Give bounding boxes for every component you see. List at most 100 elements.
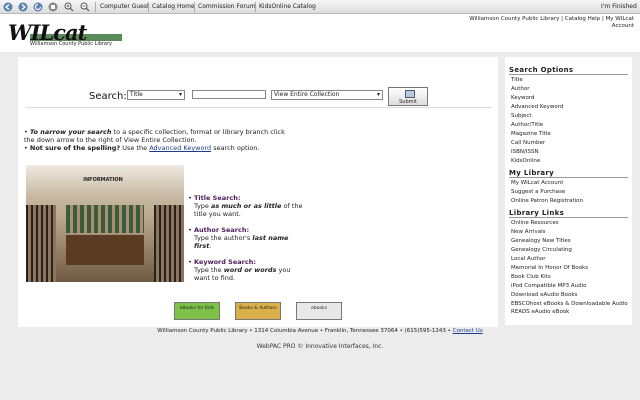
toolbar-link-catalog-home[interactable]: Catalog Home xyxy=(152,3,195,10)
stop-icon[interactable] xyxy=(48,2,58,12)
submit-icon xyxy=(405,90,415,98)
collection-select[interactable]: View Entire Collection ▾ xyxy=(271,90,383,100)
chevron-down-icon: ▾ xyxy=(178,91,182,98)
zoom-out-icon[interactable] xyxy=(80,2,90,12)
toolbar-separator xyxy=(95,2,96,12)
header-link-help[interactable]: Catalog Help xyxy=(565,16,600,22)
chevron-down-icon: ▾ xyxy=(376,91,380,98)
sidebar-item-author-title[interactable]: Author/Title xyxy=(509,121,628,130)
image-buttons: eBooks for Kids Books & Authors ebooks xyxy=(174,302,374,322)
library-links-heading: Library Links xyxy=(509,209,628,218)
sidebar-item-memorial[interactable]: Memorial In Honor Of Books xyxy=(509,264,628,273)
photo-railing-left xyxy=(26,205,56,282)
collection-value: View Entire Collection xyxy=(274,91,340,98)
sidebar-item-author[interactable]: Author xyxy=(509,85,628,94)
help-title-search: • Title Search: Type as much or as littl… xyxy=(188,194,304,218)
help-title-search-text: Type xyxy=(194,202,211,210)
toolbar-separator xyxy=(255,2,256,12)
search-label: Search: xyxy=(89,91,127,102)
contact-us-link[interactable]: Contact Us xyxy=(453,328,483,334)
reload-icon[interactable] xyxy=(33,2,43,12)
bullet-icon: • xyxy=(188,226,192,234)
search-options-heading: Search Options xyxy=(509,66,628,75)
browser-toolbar: Computer Guest Catalog Home Commission F… xyxy=(0,0,640,14)
sidebar-item-keyword[interactable]: Keyword xyxy=(509,94,628,103)
sidebar-item-book-club[interactable]: Book Club Kits xyxy=(509,273,628,282)
search-tips: • To narrow your search to a specific co… xyxy=(24,128,294,152)
help-keyword-search-text: Type the xyxy=(194,266,224,274)
sidebar-item-genealogy-new[interactable]: Genealogy New Titles xyxy=(509,237,628,246)
sidebar-item-eaudio[interactable]: Download eAudio Books xyxy=(509,291,628,300)
help-keyword-search: • Keyword Search: Type the word or words… xyxy=(188,258,304,282)
submit-label: Submit xyxy=(399,99,417,105)
submit-button[interactable]: Submit xyxy=(388,87,428,106)
ebooks-button[interactable]: ebooks xyxy=(296,302,342,320)
help-author-search: • Author Search: Type the author's last … xyxy=(188,226,304,250)
library-header: WILcat Williamson County Public Library … xyxy=(0,14,640,52)
toolbar-link-commission-forum[interactable]: Commission Forum xyxy=(198,3,256,10)
back-icon[interactable] xyxy=(3,2,13,12)
footer-address-text: Williamson County Public Library • 1314 … xyxy=(157,328,453,334)
zoom-in-icon[interactable] xyxy=(64,2,74,12)
sidebar-item-online-resources[interactable]: Online Resources xyxy=(509,219,628,228)
sidebar-item-registration[interactable]: Online Patron Registration xyxy=(509,197,628,206)
footer-webpac: WebPAC PRO © Innovative Interfaces, Inc. xyxy=(256,343,384,350)
sidebar-item-ebsco[interactable]: EBSCOhost eBooks & Downloadable Audio xyxy=(509,300,628,308)
sidebar: Search Options Title Author Keyword Adva… xyxy=(505,57,632,325)
help-author-search-heading: Author Search: xyxy=(194,226,250,234)
toolbar-separator xyxy=(194,2,195,12)
toolbar-link-kidsonline[interactable]: KidsOnline Catalog xyxy=(259,3,316,10)
ebooks-for-kids-button[interactable]: eBooks for Kids xyxy=(174,302,220,320)
sidebar-item-call-number[interactable]: Call Number xyxy=(509,139,628,148)
tip-spelling-rest: search option. xyxy=(211,144,260,152)
sidebar-item-ipod-audio[interactable]: iPod Compatible MP3 Audio xyxy=(509,282,628,291)
footer-address: Williamson County Public Library • 1314 … xyxy=(0,328,640,334)
header-links: Williamson County Public Library | Catal… xyxy=(469,16,634,29)
bullet-icon: • xyxy=(188,258,192,266)
sidebar-item-new-arrivals[interactable]: New Arrivals xyxy=(509,228,628,237)
help-keyword-search-heading: Keyword Search: xyxy=(194,258,256,266)
bullet-icon: • xyxy=(188,194,192,202)
photo-desk xyxy=(66,235,144,265)
sidebar-item-subject[interactable]: Subject xyxy=(509,112,628,121)
sidebar-item-local-author[interactable]: Local Author xyxy=(509,255,628,264)
divider xyxy=(26,107,491,108)
logo-subtitle: Williamson County Public Library xyxy=(30,41,113,47)
search-input[interactable] xyxy=(192,90,266,99)
tip-spelling-text: Use the xyxy=(120,144,150,152)
sidebar-item-advanced-keyword[interactable]: Advanced Keyword xyxy=(509,103,628,112)
search-type-select[interactable]: Title ▾ xyxy=(127,90,185,100)
library-photo: INFORMATION xyxy=(26,165,184,282)
books-authors-button[interactable]: Books & Authors xyxy=(235,302,281,320)
photo-shelf xyxy=(66,205,144,233)
toolbar-link-computer-guest[interactable]: Computer Guest xyxy=(100,3,149,10)
forward-icon[interactable] xyxy=(18,2,28,12)
sidebar-item-genealogy-circulating[interactable]: Genealogy Circulating xyxy=(509,246,628,255)
main-content: Search: Title ▾ View Entire Collection ▾… xyxy=(18,57,498,327)
tip-spelling-bold: Not sure of the spelling? xyxy=(29,144,121,152)
tip-spelling: • Not sure of the spelling? Use the Adva… xyxy=(24,144,260,152)
help-author-search-rest: . xyxy=(209,242,212,250)
sidebar-item-my-account[interactable]: My WILcat Account xyxy=(509,179,628,188)
sidebar-item-kidsonline[interactable]: KidsOnline xyxy=(509,157,628,166)
photo-sign: INFORMATION xyxy=(83,177,123,183)
header-link-account[interactable]: My WILcat Account xyxy=(606,16,634,29)
help-keyword-search-em: word or words xyxy=(223,266,277,274)
advanced-keyword-link[interactable]: Advanced Keyword xyxy=(149,144,211,152)
tip-narrow: • To narrow your search to a specific co… xyxy=(24,128,285,144)
my-library-heading: My Library xyxy=(509,169,628,178)
sidebar-item-reads[interactable]: READS eAudio eBook xyxy=(509,308,628,317)
sidebar-item-magazine-title[interactable]: Magazine Title xyxy=(509,130,628,139)
sidebar-item-suggest-purchase[interactable]: Suggest a Purchase xyxy=(509,188,628,197)
sidebar-item-isbn[interactable]: ISBN/ISSN xyxy=(509,148,628,157)
photo-railing-right xyxy=(154,205,184,282)
toolbar-separator xyxy=(148,2,149,12)
finished-button[interactable]: I'm Finished xyxy=(601,3,637,10)
wilcat-logo[interactable]: WILcat Williamson County Public Library xyxy=(8,20,123,48)
tip-narrow-bold: To narrow your search xyxy=(29,128,112,136)
header-link-library[interactable]: Williamson County Public Library xyxy=(469,16,559,22)
sidebar-item-title[interactable]: Title xyxy=(509,76,628,85)
search-type-value: Title xyxy=(130,91,143,98)
search-form: Search: Title ▾ View Entire Collection ▾… xyxy=(18,87,498,107)
help-author-search-text: Type the author's xyxy=(194,234,253,242)
